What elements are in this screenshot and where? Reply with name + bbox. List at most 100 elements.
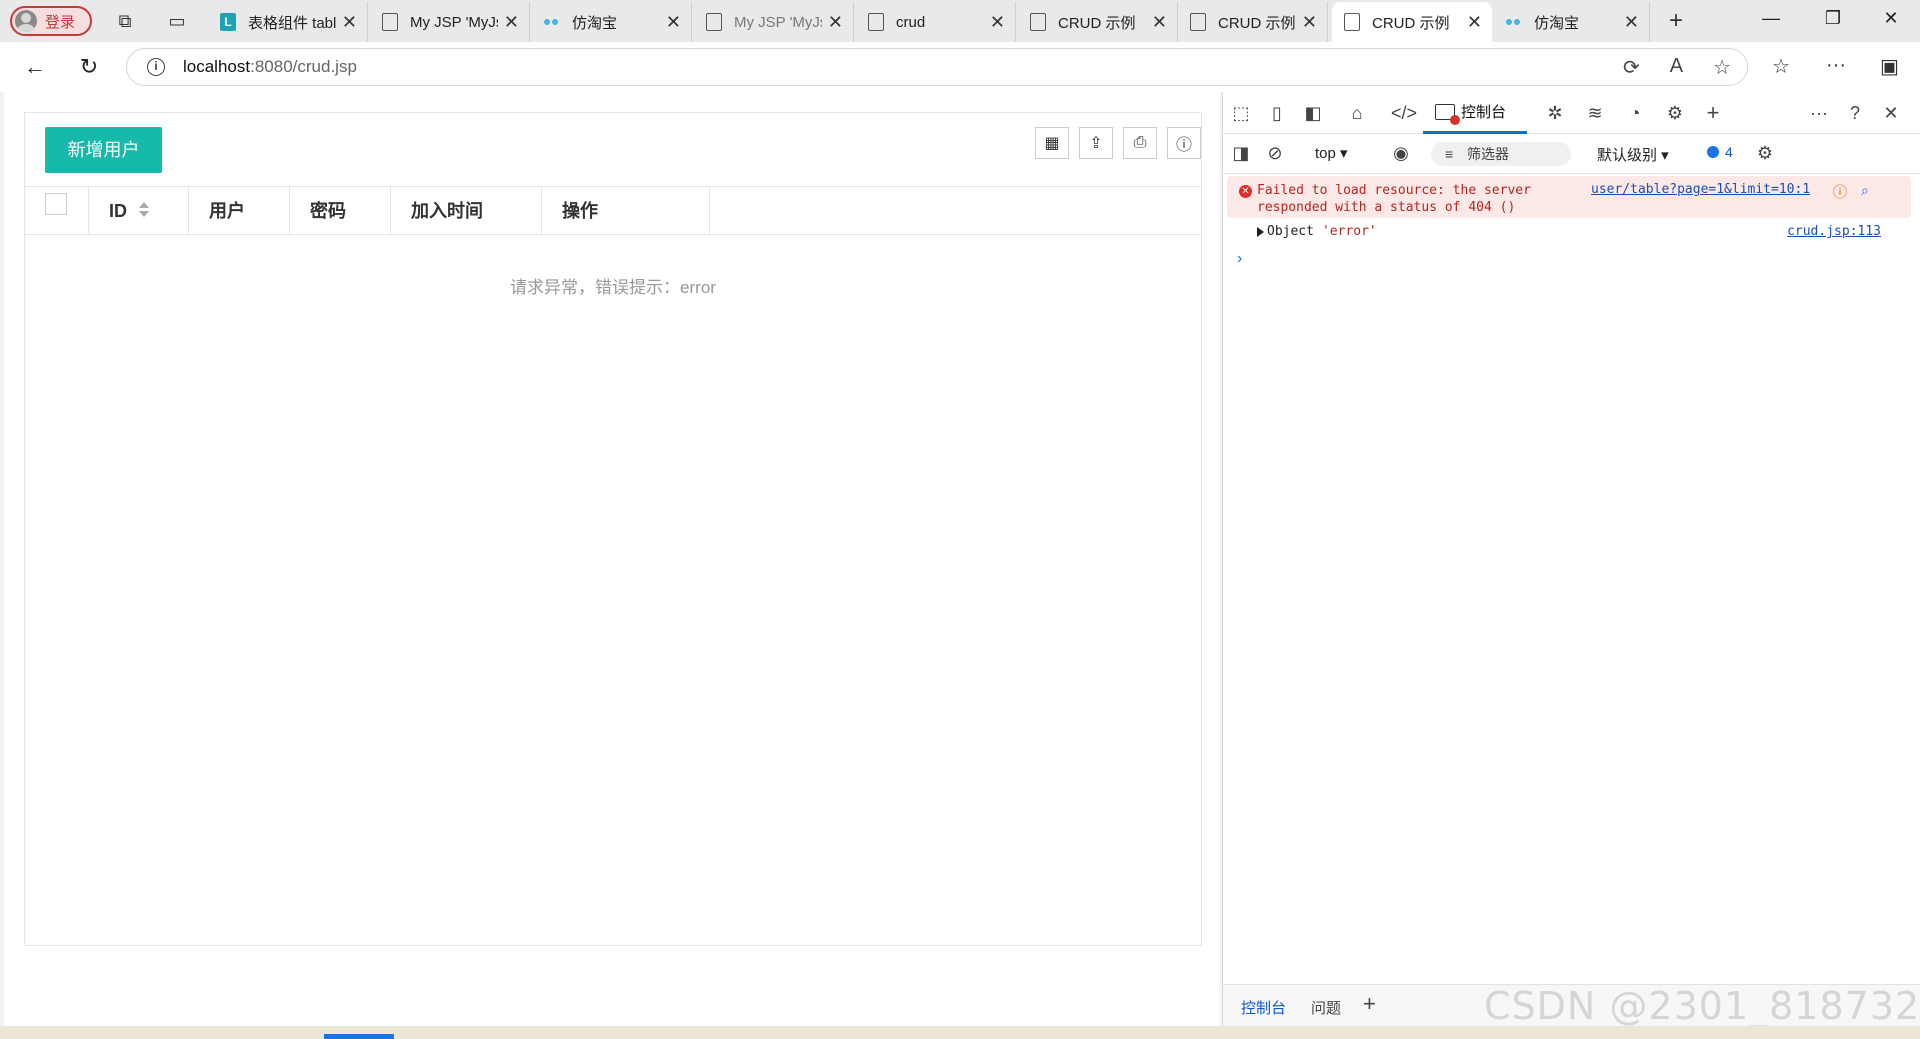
- favorites-icon[interactable]: ☆: [1772, 54, 1790, 79]
- export-icon[interactable]: ⇪: [1079, 127, 1113, 159]
- elements-icon[interactable]: </>: [1391, 102, 1417, 124]
- issue-icon[interactable]: ⓘ: [1833, 182, 1847, 202]
- error-message: 请求异常，错误提示：error: [510, 278, 716, 297]
- site-info-icon[interactable]: i: [147, 58, 165, 76]
- tab-console-label: 控制台: [1461, 104, 1507, 121]
- close-icon[interactable]: ✕: [504, 12, 519, 33]
- column-header-id[interactable]: ID: [89, 187, 189, 235]
- message-count-badge[interactable]: 4: [1707, 144, 1733, 160]
- print-icon[interactable]: ⎙: [1123, 127, 1157, 159]
- drawer-add-icon[interactable]: +: [1363, 991, 1376, 1017]
- inspect-icon[interactable]: ⬚: [1229, 102, 1253, 124]
- devtools-close-icon[interactable]: ✕: [1879, 102, 1903, 124]
- column-header-join-time: 加入时间: [391, 187, 542, 235]
- refresh-icon[interactable]: ↻: [76, 54, 102, 80]
- reader-icon[interactable]: ⟳: [1623, 55, 1640, 80]
- console-error-message: ✕ Failed to load resource: the server re…: [1227, 176, 1911, 218]
- address-bar[interactable]: i localhost:8080/crud.jsp ⟳ A ☆: [126, 48, 1748, 86]
- columns-filter-icon[interactable]: ▦: [1035, 127, 1069, 159]
- close-icon[interactable]: ✕: [990, 12, 1005, 33]
- tab-crud-example-active[interactable]: CRUD 示例 ✕: [1332, 2, 1492, 42]
- clear-console-icon[interactable]: ⊘: [1263, 142, 1287, 164]
- close-icon[interactable]: ✕: [666, 12, 681, 33]
- sidebar-toggle-icon[interactable]: ▣: [1880, 54, 1899, 79]
- console-icon: [1435, 103, 1460, 125]
- console-filter-input[interactable]: 筛选器: [1431, 142, 1571, 166]
- page-icon: [382, 13, 398, 31]
- sources-bug-icon[interactable]: ✲: [1543, 102, 1567, 124]
- add-user-button[interactable]: 新增用户: [45, 127, 162, 173]
- message-bubble-icon: [1707, 146, 1719, 158]
- profile-label: 登录: [45, 13, 76, 31]
- log-string: 'error': [1321, 224, 1377, 239]
- level-value: 默认级别: [1597, 147, 1658, 164]
- tab-taobao-1[interactable]: 仿淘宝 ✕: [532, 2, 692, 42]
- close-icon[interactable]: ✕: [1624, 12, 1639, 33]
- url-text[interactable]: localhost:8080/crud.jsp: [183, 57, 357, 77]
- new-tab-icon[interactable]: +: [1665, 9, 1687, 33]
- favorite-star-icon[interactable]: ☆: [1713, 55, 1731, 80]
- device-toolbar-icon[interactable]: ▯: [1265, 102, 1289, 124]
- console-log-message[interactable]: Object 'error' crud.jsp:113: [1227, 222, 1911, 244]
- taskbar-active-indicator: [324, 1034, 394, 1039]
- restore-icon[interactable]: ❐: [1818, 8, 1848, 29]
- tab-actions-icon[interactable]: ▭: [166, 10, 188, 32]
- sort-icon[interactable]: [139, 202, 149, 218]
- profile-button[interactable]: 登录: [10, 6, 92, 36]
- layui-icon: L: [220, 13, 236, 31]
- tab-crud[interactable]: crud ✕: [856, 2, 1016, 42]
- page-icon: [868, 13, 884, 31]
- tab-title: CRUD 示例: [1058, 14, 1136, 32]
- back-icon[interactable]: ←: [22, 54, 48, 80]
- message-count: 4: [1725, 144, 1733, 160]
- minimize-icon[interactable]: —: [1756, 8, 1786, 29]
- live-expression-eye-icon[interactable]: ◉: [1389, 142, 1413, 164]
- log-level-select[interactable]: 默认级别 ▾: [1597, 144, 1669, 165]
- taskbar: [0, 1026, 1920, 1039]
- read-aloud-icon[interactable]: A: [1670, 55, 1683, 80]
- tab-title: CRUD 示例: [1372, 14, 1450, 32]
- network-wifi-icon[interactable]: ≋: [1583, 102, 1607, 124]
- more-menu-icon[interactable]: ···: [1826, 54, 1846, 77]
- error-source-link[interactable]: user/table?page=1&limit=10:1: [1591, 182, 1810, 197]
- tab-crud-example-2[interactable]: CRUD 示例 ✕: [1178, 2, 1328, 42]
- close-icon[interactable]: ✕: [342, 12, 357, 33]
- drawer-tab-issues[interactable]: 问题: [1311, 997, 1341, 1018]
- console-settings-gear-icon[interactable]: ⚙: [1753, 142, 1777, 164]
- tab-table-component[interactable]: L 表格组件 table ✕: [208, 2, 368, 42]
- close-icon[interactable]: ✕: [828, 12, 843, 33]
- more-tools-plus-icon[interactable]: +: [1701, 102, 1725, 124]
- select-all-checkbox[interactable]: [45, 193, 67, 215]
- context-value: top: [1315, 145, 1336, 162]
- console-toolbar: ◨ ⊘ top ▾ ◉ 筛选器 默认级别 ▾ 4 ⚙: [1223, 134, 1920, 174]
- dock-icon[interactable]: ◧: [1301, 102, 1325, 124]
- console-prompt-chevron-icon[interactable]: ›: [1237, 250, 1242, 268]
- log-source-link[interactable]: crud.jsp:113: [1787, 224, 1881, 239]
- log-object[interactable]: Object 'error': [1257, 224, 1377, 239]
- performance-icon[interactable]: ◔: [1623, 102, 1647, 124]
- tab-crud-example-1[interactable]: CRUD 示例 ✕: [1018, 2, 1178, 42]
- drawer-tab-console[interactable]: 控制台: [1241, 997, 1286, 1018]
- close-icon[interactable]: ✕: [1467, 12, 1482, 33]
- dots-icon: [544, 13, 560, 31]
- tab-console[interactable]: 控制台: [1423, 92, 1527, 134]
- devtools-panel: ⬚ ▯ ◧ ⌂ </> 控制台 ✲ ≋ ◔ ⚙ + ··· ? ✕ ◨ ⊘ to…: [1222, 92, 1920, 1026]
- help-icon[interactable]: ?: [1843, 102, 1867, 124]
- devtools-menu-icon[interactable]: ···: [1807, 102, 1831, 124]
- collections-icon[interactable]: ⧉: [114, 10, 136, 32]
- window-close-icon[interactable]: ✕: [1876, 8, 1906, 29]
- tab-myjsp-1[interactable]: My JSP 'MyJs ✕: [370, 2, 530, 42]
- column-label: ID: [109, 201, 127, 221]
- column-label: 操作: [562, 201, 598, 221]
- close-icon[interactable]: ✕: [1302, 12, 1317, 33]
- memory-chip-icon[interactable]: ⚙: [1663, 102, 1687, 124]
- welcome-home-icon[interactable]: ⌂: [1345, 102, 1369, 124]
- context-select[interactable]: top ▾: [1315, 144, 1348, 162]
- info-icon[interactable]: ⓘ: [1167, 127, 1201, 159]
- close-icon[interactable]: ✕: [1152, 12, 1167, 33]
- search-icon[interactable]: ⌕: [1861, 182, 1869, 199]
- sidebar-panel-icon[interactable]: ◨: [1229, 142, 1253, 164]
- page-icon: [1190, 13, 1206, 31]
- tab-myjsp-2[interactable]: My JSP 'MyJs ✕: [694, 2, 854, 42]
- tab-taobao-2[interactable]: 仿淘宝 ✕: [1494, 2, 1650, 42]
